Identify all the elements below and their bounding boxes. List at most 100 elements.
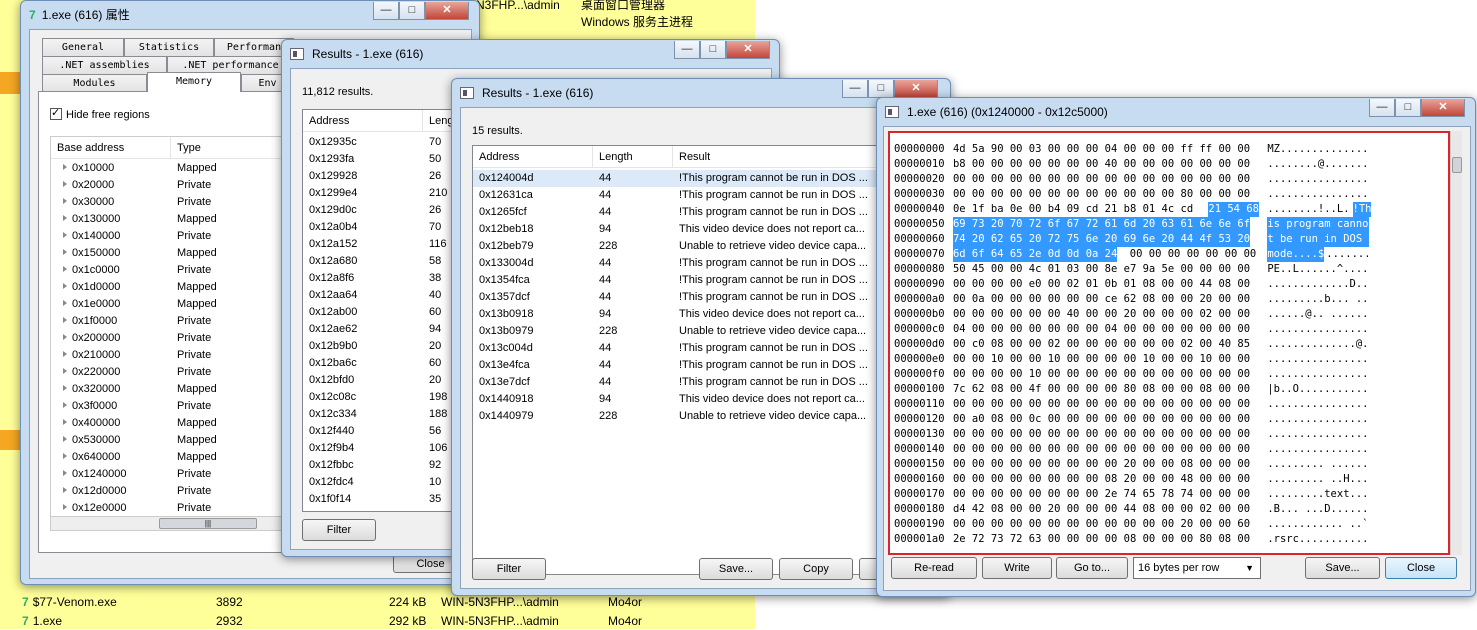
expand-arrow-icon[interactable]	[63, 351, 67, 357]
expand-arrow-icon[interactable]	[63, 215, 67, 221]
table-row[interactable]: 0x10000 Mapped	[51, 160, 289, 177]
hex-row[interactable]: 00000120 00 a0 08 00 0c 00 00 00 00 00 00…	[894, 412, 1444, 427]
table-row[interactable]: 0x13b0979 228 Unable to retrieve video dev…	[473, 323, 944, 340]
results2-copy-button[interactable]: Copy	[779, 558, 853, 580]
table-row[interactable]: 0x12beb79 228 Unable to retrieve video dev…	[473, 238, 944, 255]
hex-view[interactable]: 00000000 4d 5a 90 00 03 00 00 00 04 00 00…	[888, 131, 1450, 555]
table-row[interactable]: 0x1f0000 Private	[51, 313, 289, 330]
minimize-button[interactable]: —	[1369, 99, 1395, 117]
hex-row[interactable]: 00000160 00 00 00 00 00 00 00 00 08 20 00…	[894, 472, 1444, 487]
results2-filter-button[interactable]: Filter	[472, 558, 546, 580]
table-row[interactable]: 0x320000 Mapped	[51, 381, 289, 398]
table-row[interactable]: 0x12d0000 Private	[51, 483, 289, 500]
hex-row[interactable]: 00000090 00 00 00 00 e0 00 02 01 0b 01 08…	[894, 277, 1444, 292]
minimize-button[interactable]: —	[674, 41, 700, 59]
table-row[interactable]: 0x150000 Mapped	[51, 245, 289, 262]
hex-row[interactable]: 00000040 0e 1f ba 0e 00 b4 09 cd 21 b8 01…	[894, 202, 1444, 217]
expand-arrow-icon[interactable]	[63, 402, 67, 408]
close-window-button[interactable]: ✕	[1421, 99, 1465, 117]
table-row[interactable]: 0x12631ca 44 !This program cannot be run i…	[473, 187, 944, 204]
table-row[interactable]: 0x400000 Mapped	[51, 415, 289, 432]
column-address[interactable]: Address	[303, 110, 423, 132]
hex-row[interactable]: 000000f0 00 00 00 00 10 00 00 00 00 00 00…	[894, 367, 1444, 382]
hex-row[interactable]: 00000100 7c 62 08 00 4f 00 00 00 00 80 08…	[894, 382, 1444, 397]
expand-arrow-icon[interactable]	[63, 368, 67, 374]
table-row[interactable]: 0x1240000 Private	[51, 466, 289, 483]
expand-arrow-icon[interactable]	[63, 249, 67, 255]
process-row[interactable]: 7 1.exe	[22, 612, 62, 630]
table-row[interactable]: 0x200000 Private	[51, 330, 289, 347]
hex-row[interactable]: 00000060 74 20 62 65 20 72 75 6e 20 69 6e…	[894, 232, 1444, 247]
tab-modules[interactable]: Modules	[42, 74, 147, 92]
expand-arrow-icon[interactable]	[63, 334, 67, 340]
hide-free-regions-checkbox[interactable]: Hide free regions	[50, 106, 150, 121]
expand-arrow-icon[interactable]	[63, 266, 67, 272]
table-row[interactable]: 0x13c004d 44 !This program cannot be run i…	[473, 340, 944, 357]
table-row[interactable]: 0x140000 Private	[51, 228, 289, 245]
hex-row[interactable]: 000000a0 00 0a 00 00 00 00 00 00 ce 62 08…	[894, 292, 1444, 307]
table-row[interactable]: 0x640000 Mapped	[51, 449, 289, 466]
column-type[interactable]: Type	[171, 137, 289, 159]
results2-save-button[interactable]: Save...	[699, 558, 773, 580]
scroll-thumb[interactable]	[1452, 157, 1462, 173]
expand-arrow-icon[interactable]	[63, 317, 67, 323]
hex-row[interactable]: 00000150 00 00 00 00 00 00 00 00 00 20 00…	[894, 457, 1444, 472]
table-row[interactable]: 0x530000 Mapped	[51, 432, 289, 449]
expand-arrow-icon[interactable]	[63, 283, 67, 289]
expand-arrow-icon[interactable]	[63, 232, 67, 238]
table-row[interactable]: 0x1265fcf 44 !This program cannot be run i…	[473, 204, 944, 221]
hex-row[interactable]: 000000c0 04 00 00 00 00 00 00 00 04 00 00…	[894, 322, 1444, 337]
hex-row[interactable]: 00000180 d4 42 08 00 00 20 00 00 00 44 08…	[894, 502, 1444, 517]
expand-arrow-icon[interactable]	[63, 453, 67, 459]
expand-arrow-icon[interactable]	[63, 385, 67, 391]
horizontal-scrollbar[interactable]: |||	[51, 516, 289, 530]
hex-row[interactable]: 000000b0 00 00 00 00 00 00 40 00 00 20 00…	[894, 307, 1444, 322]
column-length[interactable]: Length	[593, 146, 673, 168]
expand-arrow-icon[interactable]	[63, 198, 67, 204]
table-row[interactable]: 0x1440918 94 This video device does not re…	[473, 391, 944, 408]
hex-row[interactable]: 000000d0 00 c0 08 00 00 02 00 00 00 00 00…	[894, 337, 1444, 352]
hex-row[interactable]: 00000000 4d 5a 90 00 03 00 00 00 04 00 00…	[894, 142, 1444, 157]
table-row[interactable]: 0x210000 Private	[51, 347, 289, 364]
table-row[interactable]: 0x12beb18 94 This video device does not re…	[473, 221, 944, 238]
hex-row[interactable]: 00000130 00 00 00 00 00 00 00 00 00 00 00…	[894, 427, 1444, 442]
hex-row[interactable]: 00000190 00 00 00 00 00 00 00 00 00 00 00…	[894, 517, 1444, 532]
bytes-per-row-select[interactable]: 16 bytes per row ▼	[1133, 557, 1261, 579]
maximize-button[interactable]: □	[868, 80, 894, 98]
table-row[interactable]: 0x20000 Private	[51, 177, 289, 194]
tab-memory[interactable]: Memory	[147, 72, 241, 92]
results2-list[interactable]: Address Length Result 0x124004d 44 !This p…	[472, 145, 944, 575]
table-row[interactable]: 0x124004d 44 !This program cannot be run i…	[473, 170, 944, 187]
table-row[interactable]: 0x30000 Private	[51, 194, 289, 211]
process-row[interactable]: 7 $77-Venom.exe	[22, 593, 117, 611]
table-row[interactable]: 0x13e7dcf 44 !This program cannot be run i…	[473, 374, 944, 391]
write-button[interactable]: Write	[982, 557, 1052, 579]
expand-arrow-icon[interactable]	[63, 181, 67, 187]
table-row[interactable]: 0x1440979 228 Unable to retrieve video dev…	[473, 408, 944, 425]
hex-row[interactable]: 00000080 50 45 00 00 4c 01 03 00 8e e7 9a…	[894, 262, 1444, 277]
table-row[interactable]: 0x220000 Private	[51, 364, 289, 381]
expand-arrow-icon[interactable]	[63, 436, 67, 442]
expand-arrow-icon[interactable]	[63, 487, 67, 493]
expand-arrow-icon[interactable]	[63, 504, 67, 510]
maximize-button[interactable]: □	[700, 41, 726, 59]
minimize-button[interactable]: —	[842, 80, 868, 98]
close-window-button[interactable]: ✕	[425, 2, 469, 20]
expand-arrow-icon[interactable]	[63, 164, 67, 170]
reread-button[interactable]: Re-read	[891, 557, 977, 579]
maximize-button[interactable]: □	[399, 2, 425, 20]
close-window-button[interactable]: ✕	[894, 80, 938, 98]
table-row[interactable]: 0x1e0000 Mapped	[51, 296, 289, 313]
goto-button[interactable]: Go to...	[1056, 557, 1128, 579]
tab-statistics[interactable]: Statistics	[124, 38, 214, 56]
hex-row[interactable]: 000000e0 00 00 10 00 00 10 00 00 00 00 10…	[894, 352, 1444, 367]
hex-row[interactable]: 00000010 b8 00 00 00 00 00 00 00 40 00 00…	[894, 157, 1444, 172]
table-row[interactable]: 0x12e0000 Private	[51, 500, 289, 517]
hex-row[interactable]: 00000170 00 00 00 00 00 00 00 00 2e 74 65…	[894, 487, 1444, 502]
minimize-button[interactable]: —	[373, 2, 399, 20]
hex-viewer-window[interactable]: 1.exe (616) (0x1240000 - 0x12c5000) — □ …	[876, 97, 1476, 597]
hex-row[interactable]: 00000030 00 00 00 00 00 00 00 00 00 00 00…	[894, 187, 1444, 202]
table-row[interactable]: 0x13b0918 94 This video device does not re…	[473, 306, 944, 323]
expand-arrow-icon[interactable]	[63, 300, 67, 306]
hex-save-button[interactable]: Save...	[1305, 557, 1380, 579]
